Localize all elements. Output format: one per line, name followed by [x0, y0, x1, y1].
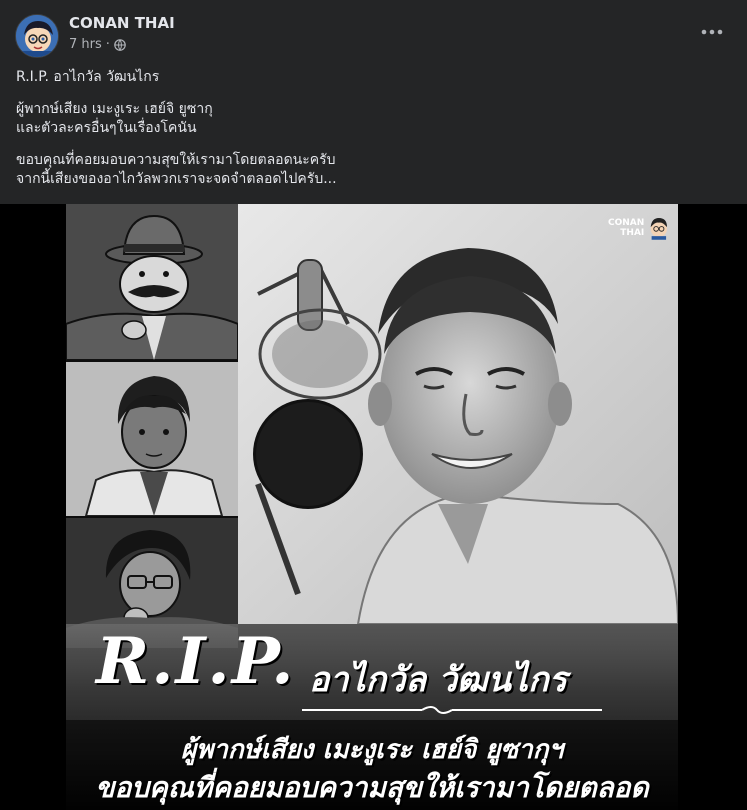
post-text: R.I.P. อาไกวัล วัฒนไกร ผู้พากษ์เสียง เมะ… [16, 68, 731, 202]
post-line-3: และตัวละครอื่นๆในเรื่องโคนัน [16, 120, 197, 136]
character-panel-megure [66, 204, 238, 360]
post-header: CONAN THAI 7 hrs · [0, 0, 747, 62]
post-paragraph-2: ผู้พากษ์เสียง เมะงูเระ เฮย์จิ ยูซากุ และ… [16, 100, 731, 138]
author-name[interactable]: CONAN THAI [69, 14, 175, 32]
post-line-2: ผู้พากษ์เสียง เมะงูเระ เฮย์จิ ยูซากุ [16, 101, 213, 117]
more-options-button[interactable] [694, 20, 730, 44]
conan-avatar-icon [16, 15, 58, 57]
post-meta: 7 hrs · [69, 37, 126, 52]
logo-line-2: THAI [620, 228, 645, 238]
page-avatar[interactable] [15, 14, 59, 58]
memorial-image[interactable]: CONAN THAI R.I.P. อาไกวัล วัฒนไกร ผู้พาก… [66, 204, 678, 810]
heiji-illustration [66, 362, 238, 516]
voice-actor-photo [238, 204, 678, 624]
more-horizontal-icon [701, 29, 723, 35]
megure-illustration [66, 204, 238, 360]
post-line-1: R.I.P. อาไกวัล วัฒนไกร [16, 69, 160, 85]
image-caption-1: ผู้พากษ์เสียง เมะงูเระ เฮย์จิ ยูซากุฯ [180, 735, 564, 765]
conan-face-icon [651, 218, 668, 240]
character-panel-heiji [66, 362, 238, 516]
post-line-5: จากนี้เสียงของอาไกวัลพวกเราจะจดจำตลอดไปค… [16, 171, 337, 187]
post-paragraph-1: R.I.P. อาไกวัล วัฒนไกร [16, 68, 731, 87]
post-line-4: ขอบคุณที่คอยมอบความสุขให้เรามาโดยตลอดนะค… [16, 152, 336, 168]
post-paragraph-3: ขอบคุณที่คอยมอบความสุขให้เรามาโดยตลอดนะค… [16, 151, 731, 189]
image-caption-2: ขอบคุณที่คอยมอบความสุขให้เรามาโดยตลอด [95, 771, 649, 804]
rip-title: R.I.P. [96, 624, 296, 699]
rip-name: อาไกวัล วัฒนไกร [309, 660, 567, 700]
post-time[interactable]: 7 hrs [69, 37, 102, 52]
post-media[interactable]: CONAN THAI R.I.P. อาไกวัล วัฒนไกร ผู้พาก… [0, 204, 747, 810]
globe-icon[interactable] [114, 38, 126, 51]
logo-line-1: CONAN [608, 218, 645, 228]
logo-text: CONAN THAI [608, 218, 644, 238]
conan-thai-logo: CONAN THAI [608, 212, 670, 244]
meta-separator: · [105, 37, 110, 52]
